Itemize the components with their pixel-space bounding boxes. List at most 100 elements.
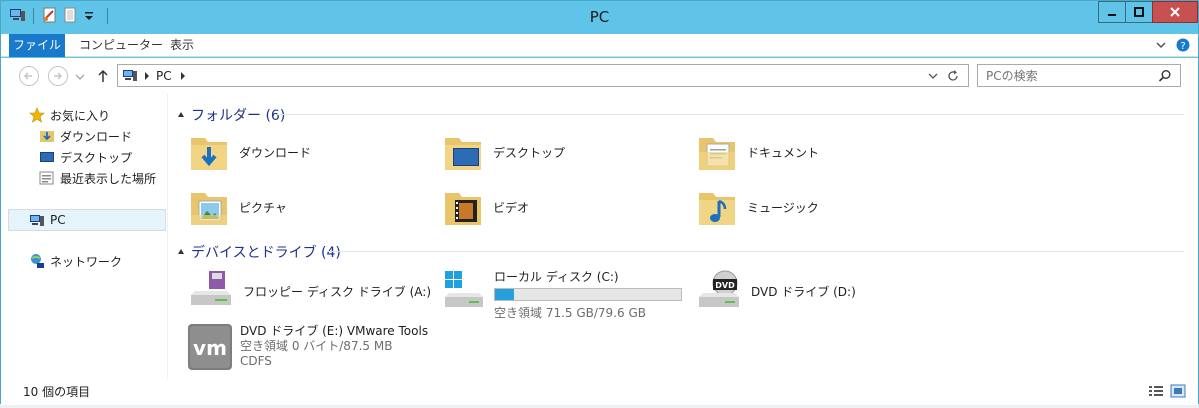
downloads-folder-icon (40, 131, 54, 142)
window-title: PC (589, 8, 610, 26)
up-arrow-icon[interactable] (96, 69, 110, 83)
network-icon (31, 254, 44, 268)
devices-group-header[interactable]: デバイスとドライブ (4) (177, 242, 341, 262)
sidebar-item-label: ダウンロード (60, 129, 133, 144)
vmware-tools-icon: vm (188, 324, 232, 370)
explorer-window: PC ファイル コンピューター 表示 ? PC PCの検索 お気に入り ダウンロ… (0, 0, 1199, 405)
drive-label: ローカル ディスク (C:) (494, 270, 619, 284)
folder-label: ピクチャ (239, 200, 287, 215)
group-divider (277, 114, 1184, 115)
folder-label: デスクトップ (493, 145, 566, 160)
desktop-folder-icon (445, 138, 481, 170)
tab-computer[interactable]: コンピューター (79, 34, 163, 57)
sidebar-item-label: お気に入り (50, 108, 111, 123)
status-bar: 10 個の項目 (1, 379, 1198, 405)
back-button[interactable] (19, 66, 39, 86)
maximize-icon (1134, 7, 1144, 17)
tab-view[interactable]: 表示 (170, 34, 194, 57)
pictures-folder-icon (191, 193, 227, 225)
drive-free-space: 空き領域 71.5 GB/79.6 GB (494, 306, 646, 320)
title-bar: PC (1, 1, 1198, 34)
view-switcher (1148, 384, 1186, 398)
drive-free-space: 空き領域 0 バイト/87.5 MB (240, 339, 393, 353)
sidebar-item-label: PC (50, 213, 66, 227)
sidebar-item-label: 最近表示した場所 (60, 171, 157, 186)
sidebar-item-desktop[interactable]: デスクトップ (39, 148, 132, 166)
ribbon: ファイル コンピューター 表示 ? (1, 34, 1198, 57)
address-bar[interactable]: PC (117, 64, 969, 87)
search-icon[interactable] (1158, 69, 1172, 83)
folder-desktop[interactable]: デスクトップ (441, 130, 565, 174)
breadcrumb-chevron-icon[interactable] (144, 72, 150, 80)
drive-dvd-d[interactable]: DVD DVD ドライブ (D:) (695, 269, 856, 313)
pc-icon (30, 214, 44, 226)
drive-label: フロッピー ディスク ドライブ (A:) (243, 284, 432, 299)
videos-folder-icon (445, 193, 481, 225)
collapse-triangle-icon (178, 249, 184, 254)
folder-music[interactable]: ミュージック (695, 185, 819, 229)
refresh-icon[interactable] (946, 69, 960, 83)
folder-videos[interactable]: ビデオ (441, 185, 529, 229)
folder-label: ビデオ (493, 200, 530, 215)
svg-text:vm: vm (193, 336, 227, 360)
group-divider (327, 251, 1184, 252)
tab-file[interactable]: ファイル (9, 34, 65, 57)
folder-label: ダウンロード (239, 145, 312, 160)
folder-label: ドキュメント (747, 145, 820, 160)
breadcrumb-pc[interactable]: PC (156, 69, 172, 83)
sidebar-item-pc[interactable]: PC (8, 209, 166, 231)
drive-label: DVD ドライブ (D:) (751, 284, 856, 299)
expand-ribbon-icon[interactable] (1156, 40, 1166, 50)
close-button[interactable] (1152, 1, 1198, 23)
svg-text:?: ? (1180, 41, 1185, 52)
svg-text:DVD: DVD (715, 281, 735, 290)
desktop-icon (40, 152, 54, 162)
folder-label: ミュージック (747, 200, 819, 215)
folder-pictures[interactable]: ピクチャ (187, 185, 287, 229)
local-disk-icon (445, 271, 483, 307)
maximize-button[interactable] (1125, 1, 1153, 23)
sidebar-item-network[interactable]: ネットワーク (29, 252, 122, 270)
recent-places-icon (39, 171, 54, 185)
minimize-icon (1108, 14, 1116, 16)
folder-documents[interactable]: ドキュメント (695, 130, 819, 174)
pane-splitter[interactable] (167, 94, 168, 379)
sidebar-item-favorites[interactable]: お気に入り (29, 106, 110, 124)
large-icons-view-icon[interactable] (1170, 384, 1186, 398)
collapse-triangle-icon (178, 112, 184, 117)
help-icon[interactable]: ? (1176, 38, 1190, 52)
address-history-icon[interactable] (928, 72, 938, 80)
folders-group-header[interactable]: フォルダー (6) (177, 105, 285, 125)
music-folder-icon (699, 193, 735, 225)
search-box[interactable] (977, 64, 1181, 87)
dvd-drive-icon: DVD (699, 270, 739, 307)
disk-usage-bar (494, 288, 682, 301)
minimize-button[interactable] (1098, 1, 1126, 23)
sidebar-item-label: デスクトップ (60, 150, 133, 165)
back-arrow-icon (23, 72, 32, 80)
recent-locations-icon[interactable] (75, 73, 85, 81)
navigation-bar: PC (1, 58, 1198, 94)
disk-usage-fill (495, 289, 514, 300)
forward-button[interactable] (48, 66, 68, 86)
downloads-folder-icon (191, 138, 227, 170)
devices-group-title: デバイスとドライブ (4) (191, 245, 341, 261)
window-controls (1098, 1, 1198, 23)
drive-floppy-a[interactable]: フロッピー ディスク ドライブ (A:) (187, 269, 431, 313)
close-icon (1170, 7, 1180, 17)
folder-downloads[interactable]: ダウンロード (187, 130, 311, 174)
sidebar-item-label: ネットワーク (50, 254, 123, 269)
sidebar-item-recent-places[interactable]: 最近表示した場所 (39, 169, 156, 187)
search-input[interactable] (986, 66, 1156, 85)
breadcrumb-chevron-icon[interactable] (180, 72, 186, 80)
folders-group-title: フォルダー (6) (191, 108, 286, 124)
sidebar-item-downloads[interactable]: ダウンロード (39, 127, 132, 145)
forward-arrow-icon (54, 72, 63, 80)
drive-filesystem: CDFS (240, 354, 272, 368)
pc-icon (123, 70, 137, 81)
navigation-pane: お気に入り ダウンロード デスクトップ 最近表示した場所 PC ネットワーク (1, 94, 167, 379)
ribbon-controls: ? (1156, 38, 1190, 52)
details-view-icon[interactable] (1148, 384, 1164, 398)
documents-folder-icon (699, 138, 735, 170)
drive-label: DVD ドライブ (E:) VMware Tools (240, 324, 429, 338)
